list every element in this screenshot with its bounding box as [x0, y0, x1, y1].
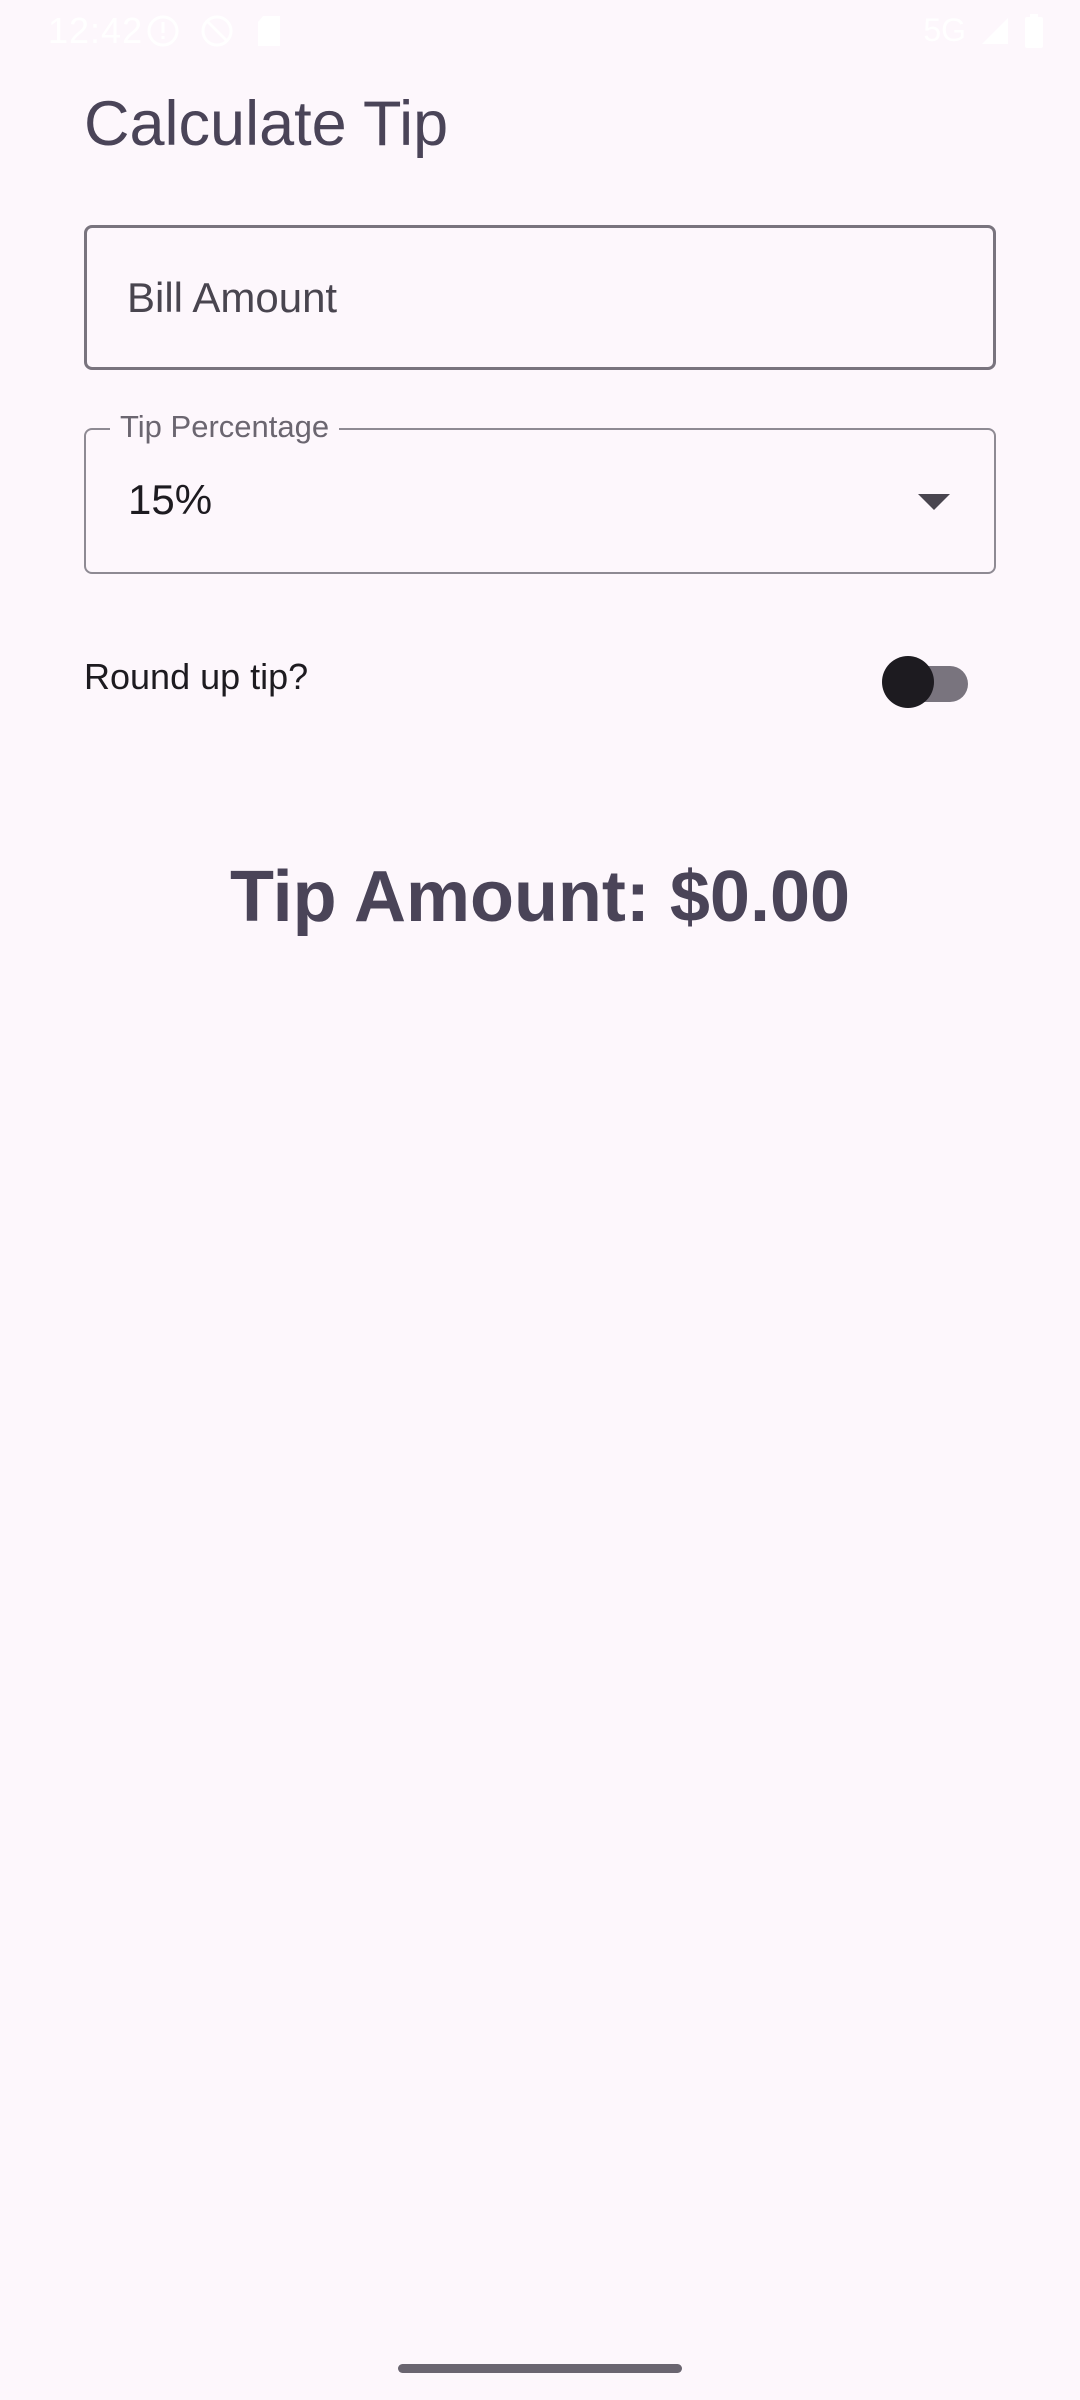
- tip-amount-result: Tip Amount: $0.00: [229, 857, 851, 937]
- battery-icon: [1025, 13, 1043, 48]
- status-bar: 12:42 5G: [0, 0, 1080, 60]
- round-up-label: Round up tip?: [84, 656, 309, 697]
- tip-percentage-label: Tip Percentage: [110, 408, 340, 446]
- switch-thumb: [882, 656, 934, 708]
- bill-amount-input[interactable]: [127, 228, 947, 367]
- tip-percentage-dropdown[interactable]: Tip Percentage 15%: [84, 408, 996, 574]
- status-system-icons: 5G: [923, 12, 1044, 49]
- do-not-disturb-icon: [201, 15, 233, 47]
- signal-icon: [982, 17, 1008, 44]
- network-type: 5G: [923, 12, 966, 48]
- bill-amount-field[interactable]: [84, 225, 996, 370]
- tip-percentage-value: 15%: [128, 476, 213, 523]
- alert-circle-icon: [147, 15, 179, 47]
- status-notification-icons: [146, 14, 284, 48]
- dropdown-arrow-icon[interactable]: [918, 494, 950, 510]
- status-time: 12:42: [48, 10, 144, 51]
- sd-card-icon: [258, 16, 280, 46]
- home-indicator[interactable]: [398, 2364, 682, 2373]
- page-title: Calculate Tip: [84, 89, 449, 159]
- round-up-switch[interactable]: [882, 656, 968, 708]
